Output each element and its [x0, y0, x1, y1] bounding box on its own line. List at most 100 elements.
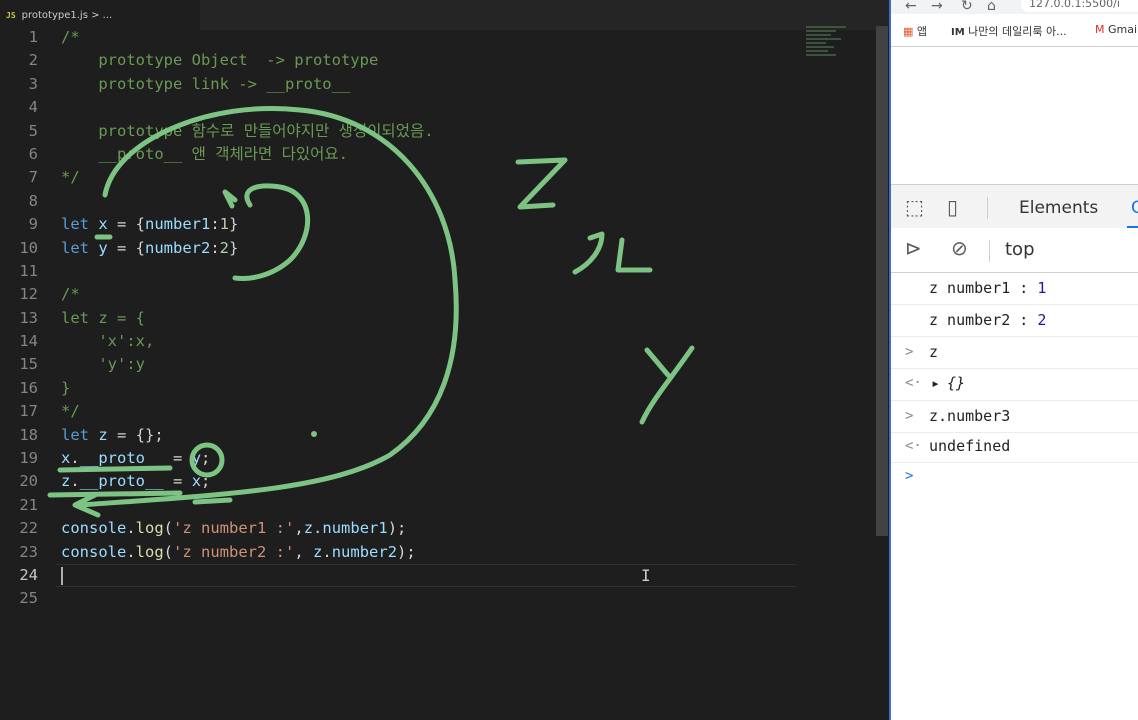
- code-text: z.__proto__ = x;: [61, 470, 210, 493]
- address-bar[interactable]: 127.0.0.1:5500/i: [1021, 0, 1138, 12]
- line-number: 25: [19, 589, 38, 608]
- code-token: */: [61, 168, 80, 187]
- code-text: 'y':y: [61, 353, 145, 376]
- console-prompt[interactable]: >: [891, 462, 1138, 492]
- code-token: ;: [201, 472, 211, 491]
- code-token: z: [303, 519, 314, 538]
- code-token: console: [61, 519, 127, 538]
- code-line[interactable]: 25: [0, 587, 805, 610]
- code-line[interactable]: 12 /*: [0, 283, 805, 306]
- code-line[interactable]: 7 */: [0, 166, 805, 189]
- code-line[interactable]: 8: [0, 190, 805, 213]
- code-token: y: [191, 449, 202, 468]
- code-token: ;: [201, 449, 211, 468]
- apps-grid-icon: ▦: [903, 25, 914, 38]
- code-line[interactable]: 16}: [0, 377, 805, 400]
- code-line[interactable]: 20 z.__proto__ = x;: [0, 470, 805, 493]
- console-input-2: > z.number3: [891, 400, 1138, 433]
- code-token: .: [70, 449, 80, 468]
- code-text: prototype link -> __proto__: [61, 73, 350, 96]
- line-number: 8: [28, 191, 38, 210]
- bookmarks-bar: ▦ 앱 IM 나만의 데일리룩 아... M Gmail: [891, 14, 1138, 47]
- code-line[interactable]: 24: [0, 563, 805, 588]
- line-number: 4: [28, 98, 38, 117]
- code-area[interactable]: 1/* 2 prototype Object -> prototype 3 prot…: [0, 26, 805, 611]
- code-editor[interactable]: JS prototype1.js > ... 1 /* 2 prototype Ob…: [0, 0, 889, 720]
- line-number: 5: [28, 121, 38, 140]
- forward-arrow-icon[interactable]: →: [931, 0, 943, 14]
- code-token: }: [61, 378, 71, 397]
- code-token: =: [163, 449, 192, 468]
- code-line[interactable]: 14 'x':x,: [0, 330, 805, 353]
- bookmark-blog[interactable]: IM 나만의 데일리룩 아...: [951, 23, 1067, 39]
- line-number: 20: [19, 472, 38, 491]
- code-token: z: [98, 425, 108, 444]
- return-arrow-icon: <·: [905, 438, 922, 454]
- code-line[interactable]: 19 x.__proto__ = y;: [0, 447, 805, 470]
- inspect-element-icon[interactable]: ⬚: [905, 195, 924, 219]
- minimap[interactable]: [806, 26, 876, 68]
- chevron-right-icon: >: [905, 344, 914, 360]
- code-token: 'y':y: [61, 355, 145, 374]
- code-token: y: [98, 238, 108, 257]
- code-token: );: [387, 519, 407, 538]
- code-line[interactable]: 11: [0, 260, 805, 283]
- clear-console-icon[interactable]: ⊘: [951, 236, 968, 260]
- code-line[interactable]: 2 prototype Object -> prototype: [0, 49, 805, 72]
- code-token: =: [163, 472, 192, 491]
- code-text: let x = {number1:1}: [61, 213, 238, 236]
- code-token: z: [61, 472, 71, 491]
- line-number: 7: [28, 168, 38, 187]
- code-token: 1: [219, 215, 230, 234]
- code-token: __proto__: [79, 472, 164, 491]
- code-text: prototype 함수로 만들어야지만 생성이되었음.: [61, 120, 434, 143]
- code-token: number1: [145, 215, 211, 234]
- editor-scrollbar[interactable]: [876, 26, 888, 536]
- line-number: 22: [19, 519, 38, 538]
- code-token: (: [163, 519, 174, 538]
- code-text: x.__proto__ = y;: [61, 447, 210, 470]
- line-number: 23: [19, 542, 38, 561]
- code-line[interactable]: 5 prototype 함수로 만들어야지만 생성이되었음.: [0, 120, 805, 143]
- tab-console[interactable]: C: [1131, 198, 1138, 218]
- code-line[interactable]: 10 let y = {number2:2}: [0, 237, 805, 260]
- code-line[interactable]: 1 /*: [0, 26, 805, 49]
- code-token: 'z number1 :': [173, 519, 295, 538]
- code-token: prototype 함수로 만들어야지만 생성이되었음.: [61, 121, 434, 140]
- code-line[interactable]: 22 console.log('z number1 :',z.number1);: [0, 517, 805, 540]
- bookmark-gmail[interactable]: M Gmail: [1095, 23, 1138, 36]
- browser-window[interactable]: ← → ↻ ⌂ 127.0.0.1:5500/i ▦ 앱 IM 나만의 데일리룩…: [889, 0, 1138, 720]
- device-toggle-icon[interactable]: ▯: [947, 195, 958, 219]
- code-line[interactable]: 6 __proto__ 앤 객체라면 다있어요.: [0, 143, 805, 166]
- code-token: 'x':x,: [61, 332, 155, 351]
- code-line[interactable]: 21: [0, 494, 805, 517]
- home-icon[interactable]: ⌂: [987, 0, 996, 14]
- code-line[interactable]: 17 */: [0, 400, 805, 423]
- code-token: .: [322, 542, 332, 561]
- code-line[interactable]: 4: [0, 96, 805, 119]
- console-output-1: <· ▸ {}: [891, 368, 1138, 401]
- tab-elements[interactable]: Elements: [1019, 198, 1098, 218]
- context-selector[interactable]: top: [1005, 239, 1035, 260]
- code-token: }: [229, 238, 239, 257]
- code-line[interactable]: 3 prototype link -> __proto__: [0, 73, 805, 96]
- code-line[interactable]: 18 let z = {};: [0, 424, 805, 447]
- sidebar-toggle-icon[interactable]: ⊳: [905, 236, 922, 260]
- bookmark-apps[interactable]: ▦ 앱: [903, 23, 927, 39]
- code-line[interactable]: 15 'y':y: [0, 353, 805, 376]
- code-line[interactable]: 9 let x = {number1:1}: [0, 213, 805, 236]
- code-line[interactable]: 13 let z = {: [0, 307, 805, 330]
- code-text: let z = {};: [61, 424, 164, 447]
- console-output-2: <· undefined: [891, 432, 1138, 463]
- expand-triangle-icon[interactable]: ▸: [931, 368, 940, 398]
- code-token: = {};: [107, 425, 164, 444]
- back-arrow-icon[interactable]: ←: [905, 0, 917, 14]
- reload-icon[interactable]: ↻: [961, 0, 973, 14]
- code-token: = {: [107, 215, 145, 234]
- code-token: /*: [61, 285, 80, 304]
- prompt-chevron-icon: >: [905, 468, 914, 484]
- gmail-icon: M: [1095, 23, 1105, 36]
- code-line[interactable]: 23 console.log('z number2 :', z.number2);: [0, 541, 805, 564]
- code-token: x: [61, 449, 71, 468]
- code-token: 'z number2 :': [173, 542, 295, 561]
